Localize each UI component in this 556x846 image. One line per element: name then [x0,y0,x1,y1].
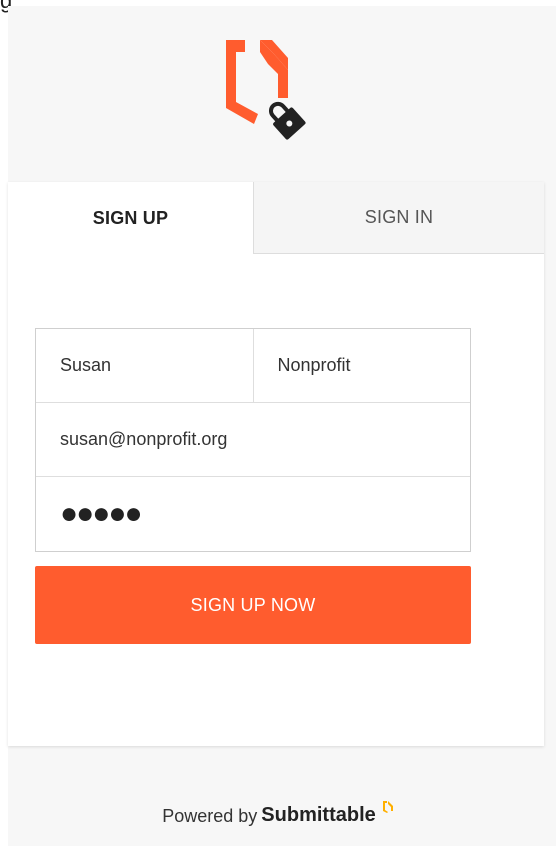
last-name-field[interactable]: Nonprofit [252,329,471,402]
powered-by-label: Powered by [162,806,258,826]
tab-sign-up[interactable]: SIGN UP [8,182,253,254]
password-field[interactable]: ●●●●● [36,477,470,551]
email-row: susan@nonprofit.org [36,403,470,477]
auth-card: SIGN UP SIGN IN Susan Nonprofit susan@no… [8,182,544,746]
email-field[interactable]: susan@nonprofit.org [36,403,470,476]
sign-up-now-button[interactable]: SIGN UP NOW [35,566,471,644]
auth-tabs: SIGN UP SIGN IN [8,182,544,254]
sign-up-form: Susan Nonprofit susan@nonprofit.org ●●●●… [35,328,471,644]
footer: Powered by Submittable [0,801,556,827]
first-name-field[interactable]: Susan [36,329,253,402]
page: g SIGN UP SIGN IN Susan Nonprofit susan@… [0,0,556,846]
submittable-lock-logo-icon [226,40,306,140]
field-group: Susan Nonprofit susan@nonprofit.org ●●●●… [35,328,471,552]
password-row: ●●●●● [36,477,470,551]
name-row: Susan Nonprofit [36,329,470,403]
password-dots: ●●●●● [60,497,143,530]
submittable-mark-icon [382,801,393,813]
brand-name[interactable]: Submittable [261,804,375,827]
tab-sign-in[interactable]: SIGN IN [253,182,544,254]
